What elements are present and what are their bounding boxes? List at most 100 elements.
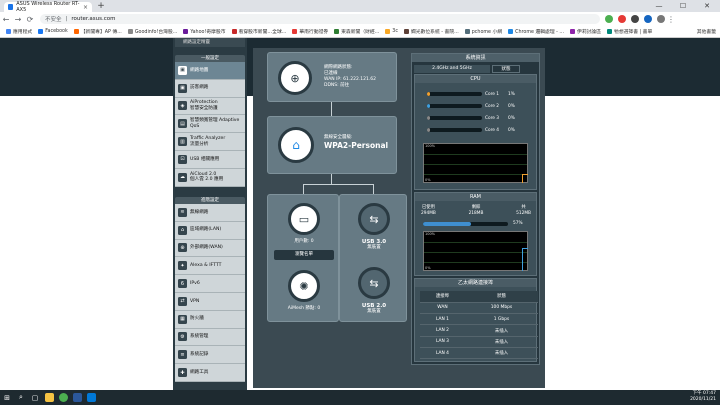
ram-used: 294MB: [421, 211, 436, 216]
chrome-icon[interactable]: [56, 390, 70, 405]
file-explorer-icon[interactable]: [42, 390, 56, 405]
minimize-button[interactable]: —: [650, 0, 668, 12]
back-button[interactable]: ←: [0, 15, 12, 24]
port-status: 未插入: [464, 347, 538, 360]
start-button[interactable]: ⊞: [0, 390, 14, 405]
bookmark-item[interactable]: 嫻光數位系統 - 書院...: [402, 28, 461, 35]
sidebar-item[interactable]: ▦ 防火牆: [175, 311, 245, 329]
sidebar-item[interactable]: ≡ 系統記錄: [175, 346, 245, 365]
sidebar-item[interactable]: 6 IPv6: [175, 275, 245, 293]
sidebar-item-icon: ▥: [178, 137, 187, 147]
reload-button[interactable]: ⟳: [24, 15, 36, 24]
internet-status-card[interactable]: ⊕ 網際網路狀態: 已連線 WAN IP: 61.222.121.62 DDNS…: [267, 52, 397, 102]
bookmarks-bar: 應用程式 Facebook 【新聞專】AP 傳... Goodinfo!台灣股... Y…: [0, 26, 720, 38]
tab-close-icon[interactable]: ×: [83, 4, 88, 11]
ddns-status[interactable]: DDNS: 前往: [324, 83, 376, 89]
forward-button[interactable]: →: [12, 15, 24, 24]
sidebar-item[interactable]: ⊡ USB 相關應用: [175, 151, 245, 169]
system-clock[interactable]: 下午 07:47 2020/11/21: [690, 391, 716, 403]
sidebar-item[interactable]: ⇄ VPN: [175, 293, 245, 311]
bookmark-item[interactable]: Goodinfo!台灣股...: [126, 28, 180, 35]
usb-icon[interactable]: ⇆: [358, 203, 390, 235]
sidebar-item[interactable]: ▤ 智慧頻寬管理 Adaptive QoS: [175, 115, 245, 134]
omnibox[interactable]: 不安全 | router.asus.com: [40, 14, 600, 24]
sidebar-item[interactable]: ☁ AiCloud 2.0 個人雲 2.0 應用: [175, 169, 245, 187]
sidebar-item[interactable]: ✦ Alexa & IFTTT: [175, 257, 245, 276]
bookmark-item[interactable]: Yahoo!奇摩股市: [181, 28, 227, 35]
sidebar-item-icon: ≋: [178, 207, 187, 217]
sidebar-item[interactable]: ⌂ 區域網路(LAN): [175, 222, 245, 240]
cpu-core-fill: [427, 116, 430, 120]
tab-status[interactable]: 狀態: [492, 65, 520, 73]
bookmark-item[interactable]: 華南行動證券: [290, 28, 330, 35]
address-bar-row: ← → ⟳ 不安全 | router.asus.com ⋮: [0, 12, 720, 26]
bookmark-item[interactable]: 看穿股市新聞…全球...: [230, 28, 289, 35]
bookmark-favicon-icon: [231, 29, 237, 34]
sidebar-item[interactable]: ▣ 訪客網路: [175, 80, 245, 98]
ethernet-row: LAN 2 未插入: [420, 324, 538, 337]
globe-icon: ⊕: [278, 61, 312, 95]
maximize-button[interactable]: ☐: [674, 0, 692, 12]
bookmark-label: 東森新聞（財經...: [341, 30, 380, 35]
port-status: 1 Gbps: [464, 313, 538, 326]
url-text: router.asus.com: [71, 16, 116, 22]
bookmark-item[interactable]: 東森新聞（財經...: [332, 28, 381, 35]
sidebar-item[interactable]: ⚙ 系統管理: [175, 329, 245, 347]
tab-band[interactable]: 2.4GHz and 5GHz: [414, 65, 490, 73]
bookmark-label: Goodinfo!台灣股...: [134, 30, 178, 35]
system-status-panel: 系統資訊 2.4GHz and 5GHz 狀態 CPU Core 1 1% Core…: [411, 53, 540, 365]
bookmark-item[interactable]: 伊莉討論區: [568, 28, 603, 35]
app-icon[interactable]: [84, 390, 98, 405]
sidebar-item-label: AiProtection 智慧安全防護: [190, 100, 218, 111]
router-icon: ⌂: [278, 127, 314, 163]
bookmark-item[interactable]: 3c: [383, 29, 400, 34]
search-icon[interactable]: ⌕: [14, 390, 28, 405]
bookmark-item[interactable]: 牠想選擇書 | 書單: [605, 28, 654, 35]
bookmark-item[interactable]: Facebook: [36, 29, 70, 34]
cpu-title: CPU: [415, 75, 536, 83]
extension-icon[interactable]: [631, 15, 639, 23]
sidebar-item[interactable]: ≋ 無線網路: [175, 204, 245, 222]
other-bookmarks[interactable]: 其他書籤: [695, 28, 720, 35]
status-header: 狀態: [464, 291, 538, 303]
profile-avatar[interactable]: [657, 15, 665, 23]
sidebar-item[interactable]: ◈ AiProtection 智慧安全防護: [175, 98, 245, 116]
sidebar-item-label: AiCloud 2.0 個人雲 2.0 應用: [190, 171, 224, 183]
new-tab-button[interactable]: +: [97, 2, 105, 11]
browser-tab[interactable]: ASUS Wireless Router RT-AX5 ×: [4, 1, 92, 13]
sidebar-item[interactable]: ⊕ 外部網路(WAN): [175, 240, 245, 258]
bookmark-item[interactable]: pchome 小網: [463, 28, 504, 35]
task-view-icon[interactable]: ▢: [28, 390, 42, 405]
extension-icon[interactable]: [605, 15, 613, 23]
cpu-core-bar: [427, 128, 482, 132]
usb-icon[interactable]: ⇆: [358, 267, 390, 299]
extension-icon[interactable]: [618, 15, 626, 23]
view-list-button[interactable]: 瀏覽名單: [274, 250, 334, 260]
bookmark-item[interactable]: 應用程式: [4, 28, 34, 35]
extension-icon[interactable]: [644, 15, 652, 23]
quick-setup-link[interactable]: 網路設定精靈: [175, 38, 245, 47]
router-card[interactable]: ⌂ 無線安全層級: WPA2-Personal: [267, 116, 397, 174]
sidebar-item-label: VPN: [190, 298, 200, 304]
sidebar-item-label: 訪客網路: [190, 85, 209, 91]
bookmark-item[interactable]: Chrome 邏輯處理 - ...: [506, 28, 566, 35]
bookmark-favicon-icon: [334, 29, 340, 34]
ram-total: 512MB: [516, 211, 531, 216]
sidebar-item-icon: ▤: [178, 119, 187, 129]
close-window-button[interactable]: ✕: [698, 0, 716, 12]
word-icon[interactable]: [70, 390, 84, 405]
bookmark-favicon-icon: [6, 29, 11, 34]
menu-icon[interactable]: ⋮: [665, 15, 677, 24]
sidebar-item-label: 智慧頻寬管理 Adaptive QoS: [190, 118, 240, 129]
cpu-core-bar: [427, 92, 482, 96]
sidebar-item[interactable]: ▥ Traffic Analyzer 流量分析: [175, 133, 245, 151]
sidebar-item-icon: ✦: [178, 261, 187, 271]
clients-count: 0: [310, 239, 314, 244]
sidebar-item-icon: 6: [178, 279, 187, 289]
ram-free: 218MB: [468, 211, 484, 216]
sidebar-item-label: Alexa & IFTTT: [190, 263, 222, 269]
bookmark-item[interactable]: 【新聞專】AP 傳...: [72, 28, 124, 35]
ram-usage-fill: [423, 222, 472, 226]
sidebar-item[interactable]: ▣ 網路地圖: [175, 62, 245, 80]
sidebar-item[interactable]: ✚ 網路工具: [175, 364, 245, 382]
